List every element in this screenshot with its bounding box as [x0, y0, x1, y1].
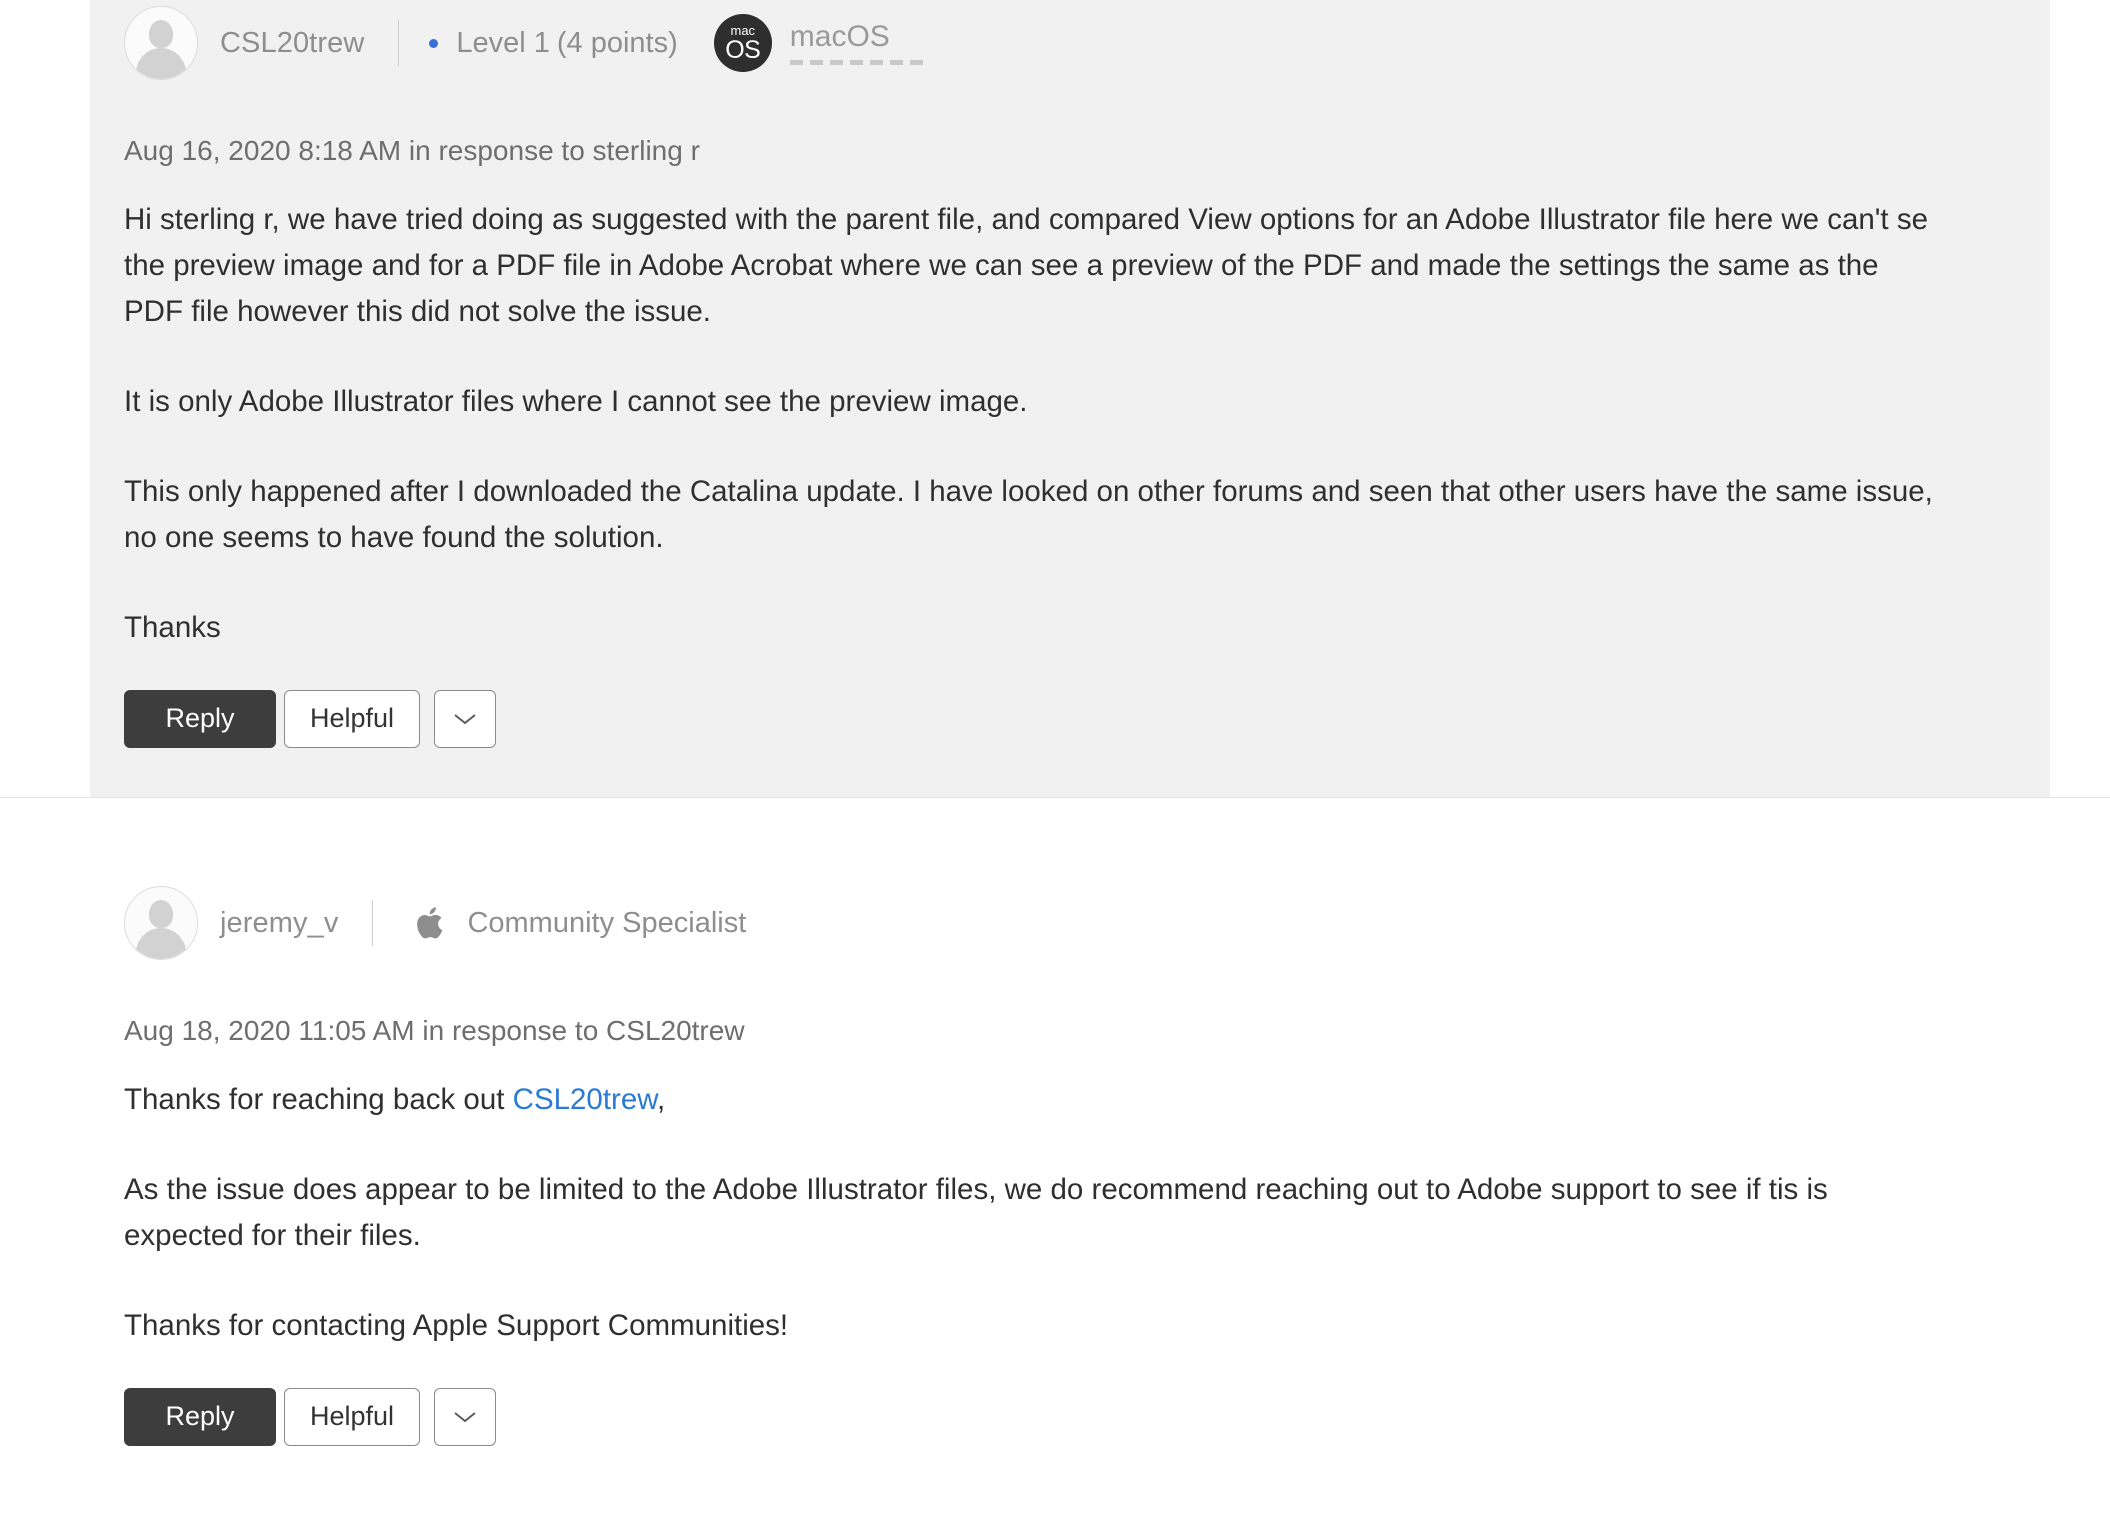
- header-divider: [372, 900, 374, 946]
- avatar-head-shape: [149, 20, 173, 48]
- reply-button[interactable]: Reply: [124, 689, 276, 748]
- os-label-group: macOS: [789, 21, 928, 65]
- os-label[interactable]: macOS: [790, 21, 890, 53]
- reply-button[interactable]: Reply: [124, 1387, 276, 1446]
- avatar-body-shape: [136, 928, 186, 959]
- avatar[interactable]: [124, 886, 198, 960]
- more-actions-button[interactable]: [434, 689, 496, 748]
- os-label-dashed-underline: [789, 59, 928, 65]
- post-paragraph: It is only Adobe Illustrator files where…: [124, 384, 1028, 418]
- level-points: (4 points): [556, 26, 678, 59]
- more-actions-button[interactable]: [434, 1387, 496, 1446]
- post-paragraph: Thanks: [124, 610, 221, 644]
- post-timestamp: Aug 18, 2020 11:05 AM in response to CSL…: [124, 1015, 745, 1046]
- header-divider: [398, 20, 400, 66]
- greeting-text-before: Thanks for reaching back out: [124, 1082, 513, 1116]
- post-csl20trew: CSL20trew Level 1 (4 points) mac OS macOS…: [90, 0, 2050, 797]
- post-paragraph: This only happened after I downloaded th…: [124, 474, 1933, 554]
- discussion-thread: CSL20trew Level 1 (4 points) mac OS macOS…: [0, 0, 2110, 1518]
- macos-badge-top-text: mac: [730, 22, 756, 38]
- avatar-head-shape: [149, 900, 173, 928]
- helpful-button[interactable]: Helpful: [284, 689, 420, 748]
- macos-badge-bottom-text: OS: [725, 35, 761, 64]
- post-author-header: jeremy_v Community Specialist: [124, 880, 2076, 966]
- macos-badge-icon: mac OS: [713, 14, 772, 72]
- author-name[interactable]: CSL20trew: [220, 27, 364, 60]
- author-level: Level 1 (4 points): [456, 27, 677, 60]
- post-body: Thanks for reaching back out CSL20trew, …: [124, 1077, 1934, 1349]
- avatar-body-shape: [136, 48, 186, 79]
- level-label: Level 1: [456, 26, 550, 59]
- post-author-header: CSL20trew Level 1 (4 points) mac OS macOS: [124, 0, 2016, 86]
- post-paragraph: Thanks for contacting Apple Support Comm…: [124, 1308, 789, 1342]
- post-jeremy-v: jeremy_v Community Specialist Aug 18, 20…: [0, 880, 2110, 1518]
- avatar[interactable]: [124, 6, 198, 80]
- post-paragraph: Thanks for reaching back out CSL20trew,: [124, 1077, 1934, 1123]
- post-actions: Reply Helpful: [124, 689, 2016, 748]
- greeting-text-after: ,: [656, 1082, 666, 1116]
- user-mention-link[interactable]: CSL20trew: [513, 1083, 657, 1116]
- chevron-down-icon: [454, 713, 476, 724]
- level-dot-icon: [429, 38, 439, 48]
- post-paragraph: As the issue does appear to be limited t…: [124, 1172, 1828, 1252]
- post-paragraph: Hi sterling r, we have tried doing as su…: [124, 202, 1928, 328]
- post-actions: Reply Helpful: [124, 1387, 2076, 1446]
- chevron-down-icon: [454, 1411, 476, 1422]
- apple-logo-icon: [417, 905, 447, 941]
- author-name[interactable]: jeremy_v: [220, 907, 338, 940]
- post-separator: [0, 797, 2110, 798]
- helpful-button[interactable]: Helpful: [284, 1387, 420, 1446]
- post-timestamp: Aug 16, 2020 8:18 AM in response to ster…: [124, 135, 700, 166]
- post-body: Hi sterling r, we have tried doing as su…: [124, 197, 1934, 651]
- author-role-badge: Community Specialist: [467, 906, 747, 939]
